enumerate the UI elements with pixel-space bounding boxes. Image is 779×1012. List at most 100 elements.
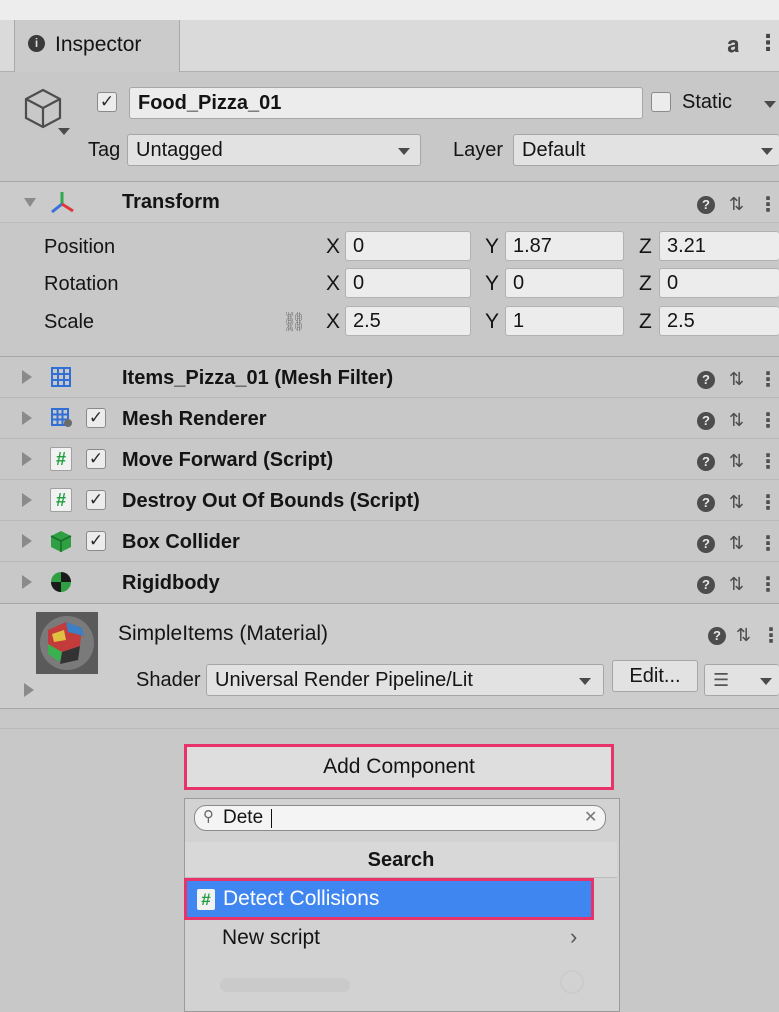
- help-icon[interactable]: ?: [697, 575, 715, 594]
- shader-edit-button[interactable]: Edit...: [612, 660, 698, 692]
- help-icon[interactable]: ?: [697, 411, 715, 430]
- help-icon[interactable]: ?: [708, 626, 726, 645]
- component-row-mesh-renderer[interactable]: ✓ Mesh Renderer ? ⇅ ⋮: [0, 398, 779, 438]
- axis-y-label: Y: [485, 235, 500, 258]
- position-y-field[interactable]: 1.87: [505, 231, 624, 261]
- component-actions: ? ⇅ ⋮: [697, 531, 778, 556]
- component-row-rigidbody[interactable]: Rigidbody ? ⇅ ⋮: [0, 562, 779, 602]
- text-cursor: [271, 809, 272, 828]
- chevron-down-icon: [760, 678, 772, 685]
- static-dropdown-arrow-icon[interactable]: [764, 101, 776, 108]
- static-label: Static: [682, 91, 733, 113]
- object-name-field[interactable]: Food_Pizza_01: [129, 87, 643, 119]
- help-icon[interactable]: ?: [697, 370, 715, 389]
- edit-label: Edit...: [629, 665, 681, 687]
- layer-dropdown[interactable]: Default: [513, 134, 779, 166]
- transform-header[interactable]: Transform ? ⇅ ⋮: [0, 182, 779, 222]
- material-actions: ? ⇅ ⋮: [708, 623, 779, 648]
- axis-z-label: Z: [639, 235, 652, 258]
- fold-closed-icon: [22, 370, 32, 384]
- presets-icon[interactable]: ⇅: [729, 369, 744, 390]
- loading-placeholder: [220, 978, 350, 992]
- material-preview-icon[interactable]: [36, 612, 98, 674]
- rotation-z-field[interactable]: 0: [659, 268, 779, 298]
- scale-z-field[interactable]: 2.5: [659, 306, 779, 336]
- component-row-destroy-out-of-bounds[interactable]: # ✓ Destroy Out Of Bounds (Script) ? ⇅ ⋮: [0, 480, 779, 520]
- help-icon[interactable]: ?: [697, 493, 715, 512]
- shader-options-dropdown[interactable]: ☰: [704, 664, 779, 696]
- search-result-new-script[interactable]: New script ›: [186, 922, 616, 958]
- position-z-field[interactable]: 3.21: [659, 231, 779, 261]
- presets-icon[interactable]: ⇅: [729, 492, 744, 513]
- chevron-right-icon: ›: [570, 924, 578, 949]
- component-enabled-checkbox[interactable]: ✓: [86, 449, 106, 469]
- help-icon[interactable]: ?: [697, 452, 715, 471]
- tab-inspector[interactable]: i Inspector: [14, 20, 180, 73]
- rotation-x-field[interactable]: 0: [345, 268, 471, 298]
- axis-x-label: X: [326, 272, 341, 295]
- rotation-label: Rotation: [44, 273, 119, 295]
- presets-icon[interactable]: ⇅: [729, 574, 744, 595]
- component-actions: ? ⇅ ⋮: [697, 490, 778, 515]
- tag-dropdown[interactable]: Untagged: [127, 134, 421, 166]
- clear-icon[interactable]: ✕: [584, 806, 597, 830]
- component-label: Rigidbody: [122, 572, 220, 594]
- component-row-move-forward[interactable]: # ✓ Move Forward (Script) ? ⇅ ⋮: [0, 439, 779, 479]
- component-label: Destroy Out Of Bounds (Script): [122, 490, 420, 512]
- more-icon[interactable]: ⋮: [758, 367, 778, 392]
- grid-icon: [51, 367, 71, 387]
- component-label: Box Collider: [122, 531, 240, 553]
- presets-icon[interactable]: ⇅: [729, 194, 744, 215]
- more-icon[interactable]: ⋮: [758, 192, 778, 217]
- position-x-field[interactable]: 0: [345, 231, 471, 261]
- script-icon: #: [197, 889, 215, 910]
- tab-title: Inspector: [55, 33, 142, 56]
- material-name: SimpleItems (Material): [118, 622, 329, 645]
- component-enabled-checkbox[interactable]: ✓: [86, 531, 106, 551]
- more-icon[interactable]: ⋮: [758, 408, 778, 433]
- axis-z-label: Z: [639, 272, 652, 295]
- presets-icon[interactable]: ⇅: [736, 625, 751, 646]
- more-icon[interactable]: ⋮: [761, 623, 779, 648]
- search-result-detect-collisions[interactable]: # Detect Collisions: [184, 878, 594, 920]
- component-row-mesh-filter[interactable]: Items_Pizza_01 (Mesh Filter) ? ⇅ ⋮: [0, 357, 779, 397]
- help-icon[interactable]: ?: [697, 534, 715, 553]
- rotation-y-field[interactable]: 0: [505, 268, 624, 298]
- fold-open-icon: [24, 198, 36, 207]
- info-icon: i: [28, 35, 45, 52]
- more-icon[interactable]: ⋮: [758, 490, 778, 515]
- script-icon: #: [50, 447, 72, 471]
- result-label: Detect Collisions: [223, 887, 380, 910]
- component-search-input[interactable]: ⚲ Dete ✕: [194, 805, 606, 831]
- shader-dropdown[interactable]: Universal Render Pipeline/Lit: [206, 664, 604, 696]
- dropdown-arrow-icon[interactable]: [58, 128, 70, 135]
- fold-closed-icon: [22, 493, 32, 507]
- search-icon: ⚲: [203, 808, 214, 825]
- component-row-box-collider[interactable]: ✓ Box Collider ? ⇅ ⋮: [0, 521, 779, 561]
- more-icon[interactable]: ⋮: [758, 449, 778, 474]
- more-options-icon[interactable]: ⋮: [757, 30, 779, 56]
- scale-x-field[interactable]: 2.5: [345, 306, 471, 336]
- help-icon[interactable]: ?: [697, 195, 715, 214]
- add-component-button[interactable]: Add Component: [184, 744, 614, 790]
- presets-icon[interactable]: ⇅: [729, 451, 744, 472]
- position-label: Position: [44, 236, 116, 258]
- fold-closed-icon: [22, 411, 32, 425]
- layer-label: Layer: [453, 139, 504, 161]
- transform-title: Transform: [122, 191, 220, 213]
- component-enabled-checkbox[interactable]: ✓: [86, 490, 106, 510]
- more-icon[interactable]: ⋮: [758, 531, 778, 556]
- link-icon[interactable]: ⛓: [282, 310, 306, 334]
- presets-icon[interactable]: ⇅: [729, 410, 744, 431]
- axis-x-label: X: [326, 310, 341, 333]
- fold-closed-icon[interactable]: [24, 683, 34, 697]
- active-checkbox[interactable]: ✓: [97, 92, 117, 112]
- component-enabled-checkbox[interactable]: ✓: [86, 408, 106, 428]
- chevron-down-icon: [761, 148, 773, 155]
- lock-icon[interactable]: 𝐚: [727, 32, 739, 58]
- scale-y-field[interactable]: 1: [505, 306, 624, 336]
- divider: [0, 728, 779, 729]
- more-icon[interactable]: ⋮: [758, 572, 778, 597]
- presets-icon[interactable]: ⇅: [729, 533, 744, 554]
- static-checkbox[interactable]: [651, 92, 671, 112]
